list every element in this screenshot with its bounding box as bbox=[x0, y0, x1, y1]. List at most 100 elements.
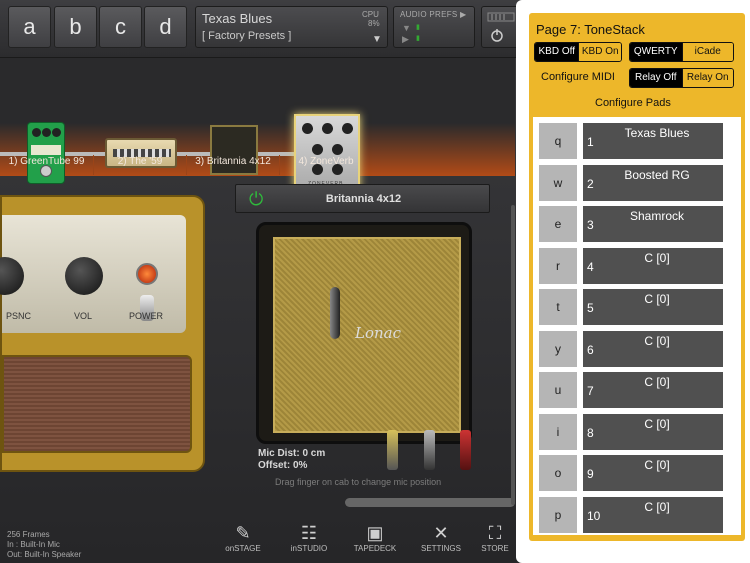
pad-button[interactable]: 1 Texas Blues bbox=[583, 123, 723, 159]
pad-button[interactable]: 7 C [0] bbox=[583, 372, 723, 408]
mic-offset: Offset: 0% bbox=[258, 460, 308, 471]
qwerty-button[interactable]: QWERTY bbox=[630, 43, 682, 61]
preset-selector[interactable]: Texas Blues [ Factory Presets ] CPU 8% ▼ bbox=[195, 6, 388, 48]
nav-instudio[interactable]: ☷ inSTUDIO bbox=[279, 522, 339, 560]
psnc-label: PSNC bbox=[6, 311, 32, 321]
pad-key: q bbox=[539, 123, 577, 159]
chain-slot-3-label[interactable]: 3) Britannia 4x12 bbox=[186, 155, 279, 175]
chain-slot-2-label[interactable]: 2) The '59 bbox=[93, 155, 186, 175]
mic-icon: ▼ bbox=[402, 23, 411, 33]
pad-key: p bbox=[539, 496, 577, 533]
nav-tapedeck-label: TAPEDECK bbox=[353, 544, 397, 553]
pad-name: C [0] bbox=[644, 416, 670, 431]
pad-key: t bbox=[539, 289, 577, 325]
configure-pads-label: Configure Pads bbox=[595, 97, 671, 109]
mic-ribbon-icon[interactable] bbox=[460, 430, 471, 470]
drag-hint: Drag finger on cab to change mic positio… bbox=[275, 477, 442, 487]
pad-name: Shamrock bbox=[629, 209, 685, 223]
guitar-icon: ✎ bbox=[235, 523, 251, 543]
nav-onstage-label: onSTAGE bbox=[225, 544, 261, 553]
configure-midi-button[interactable]: Configure MIDI bbox=[541, 71, 615, 83]
vertical-scrollbar[interactable] bbox=[511, 205, 515, 505]
pad-button[interactable]: 4 C [0] bbox=[583, 247, 723, 284]
cabinet-header: ⏻ Britannia 4x12 bbox=[235, 184, 490, 213]
nav-onstage[interactable]: ✎ onSTAGE bbox=[213, 522, 273, 560]
pad-key: u bbox=[539, 372, 577, 408]
power-icon bbox=[487, 12, 515, 42]
icade-button[interactable]: iCade bbox=[681, 43, 733, 61]
pad-name: C [0] bbox=[644, 292, 670, 306]
kbd-on-button[interactable]: KBD On bbox=[578, 43, 621, 61]
pad-button[interactable]: 3 Shamrock bbox=[583, 206, 723, 242]
pad-button[interactable]: 9 C [0] bbox=[583, 455, 723, 491]
cabinet-grille: Lonac bbox=[273, 237, 461, 433]
cabinet[interactable]: Lonac bbox=[256, 222, 472, 444]
audio-prefs-button[interactable]: AUDIO PREFS ▶ ▼ ▶ ▮ ▮ bbox=[393, 6, 475, 48]
power-led bbox=[136, 263, 158, 285]
mic-info: Mic Dist: 0 cm Offset: 0% bbox=[258, 448, 325, 472]
preset-key-a[interactable]: a bbox=[8, 6, 51, 48]
zoneverb-slot[interactable]: ZONEVERB bbox=[294, 114, 360, 191]
kbd-segment: KBD Off KBD On bbox=[534, 42, 622, 62]
pad-name: C [0] bbox=[644, 375, 670, 389]
horizontal-scrollbar[interactable] bbox=[345, 498, 515, 507]
nav-instudio-label: inSTUDIO bbox=[290, 544, 328, 553]
pad-key: o bbox=[539, 455, 577, 491]
cart-icon: ⛶ bbox=[488, 523, 502, 543]
power-button[interactable] bbox=[481, 6, 521, 48]
speaker-icon: ▶ bbox=[402, 34, 409, 44]
audio-status: 256 Frames In : Built-In Mic Out: Built-… bbox=[7, 530, 81, 560]
nav-tapedeck[interactable]: ▣ TAPEDECK bbox=[345, 522, 405, 560]
psnc-knob[interactable] bbox=[0, 257, 24, 295]
preset-key-d[interactable]: d bbox=[144, 6, 187, 48]
output-status: Out: Built-In Speaker bbox=[7, 550, 82, 559]
preset-key-b[interactable]: b bbox=[54, 6, 97, 48]
pad-name: Texas Blues bbox=[624, 126, 690, 140]
relay-segment: Relay Off Relay On bbox=[629, 68, 734, 88]
signal-chain: ZONEVERB 1) GreenTube 99 2) The '59 3) B… bbox=[0, 58, 515, 191]
cpu-label: CPU bbox=[362, 10, 379, 19]
vol-knob[interactable] bbox=[65, 257, 103, 295]
preset-key-c[interactable]: c bbox=[99, 6, 142, 48]
mic-position-handle[interactable] bbox=[330, 287, 340, 339]
cpu-value: 8% bbox=[368, 19, 380, 28]
pad-list: q 1 Texas Blues w 2 Boosted RG e 3 Shamr… bbox=[533, 117, 741, 535]
mic-condenser-icon[interactable] bbox=[424, 430, 435, 470]
pad-name: C [0] bbox=[644, 458, 670, 472]
cabinet-logo: Lonac bbox=[355, 324, 401, 342]
preset-bank: [ Factory Presets ] bbox=[202, 30, 292, 42]
audio-prefs-label: AUDIO PREFS ▶ bbox=[400, 10, 467, 19]
tonestack-panel: Page 7: ToneStack KBD Off KBD On QWERTY … bbox=[529, 13, 745, 541]
pad-button[interactable]: 2 Boosted RG bbox=[583, 164, 723, 201]
pad-key: r bbox=[539, 247, 577, 284]
relay-on-button[interactable]: Relay On bbox=[681, 69, 733, 87]
mixer-icon: ☷ bbox=[300, 523, 318, 543]
chain-slot-4-label[interactable]: 4) ZoneVerb bbox=[279, 155, 372, 175]
pad-key: i bbox=[539, 413, 577, 450]
nav-store-label: STORE bbox=[481, 544, 509, 553]
input-status: In : Built-In Mic bbox=[7, 540, 60, 549]
nav-settings-label: SETTINGS bbox=[420, 544, 461, 553]
app-window: a b c d Texas Blues [ Factory Presets ] … bbox=[0, 0, 750, 563]
pad-button[interactable]: 10 C [0] bbox=[583, 496, 723, 533]
frames-status: 256 Frames bbox=[7, 530, 50, 539]
chain-slot-1-label[interactable]: 1) GreenTube 99 bbox=[0, 155, 93, 175]
pad-name: C [0] bbox=[644, 499, 670, 514]
kbd-off-button[interactable]: KBD Off bbox=[535, 43, 579, 61]
pad-button[interactable]: 8 C [0] bbox=[583, 413, 723, 450]
amp-grille bbox=[2, 355, 192, 453]
relay-off-button[interactable]: Relay Off bbox=[630, 69, 682, 87]
vol-label: VOL bbox=[74, 311, 93, 321]
nav-store[interactable]: ⛶ STORE bbox=[477, 522, 513, 560]
amp-control-panel: PSNC VOL POWER bbox=[0, 215, 186, 333]
pad-key: y bbox=[539, 330, 577, 367]
input-mode-segment: QWERTY iCade bbox=[629, 42, 734, 62]
tonestack-popover: Page 7: ToneStack KBD Off KBD On QWERTY … bbox=[516, 0, 750, 563]
preset-name: Texas Blues bbox=[202, 11, 273, 26]
pad-button[interactable]: 5 C [0] bbox=[583, 289, 723, 325]
pad-name: Boosted RG bbox=[624, 167, 690, 182]
pad-button[interactable]: 6 C [0] bbox=[583, 330, 723, 367]
nav-settings[interactable]: ✕ SETTINGS bbox=[411, 522, 471, 560]
caret-down-icon: ▼ bbox=[372, 34, 382, 45]
mic-dynamic-icon[interactable] bbox=[387, 430, 398, 470]
